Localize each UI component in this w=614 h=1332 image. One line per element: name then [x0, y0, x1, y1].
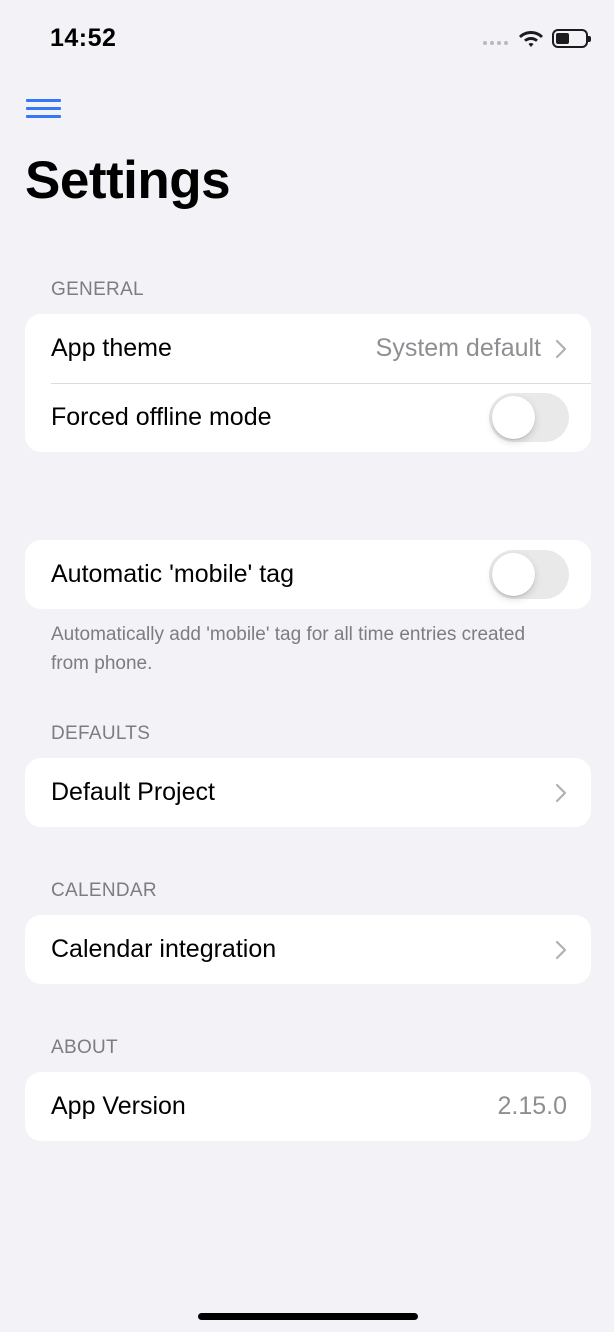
settings-screen: 14:52 Settings GENERAL App theme System …: [0, 0, 614, 1332]
general-group: App theme System default Forced offline …: [25, 314, 591, 452]
offline-mode-toggle[interactable]: [489, 393, 569, 442]
section-header-general: GENERAL: [51, 279, 144, 300]
app-theme-label: App theme: [51, 334, 172, 362]
toggle-knob: [492, 396, 535, 439]
section-header-about: ABOUT: [51, 1037, 118, 1058]
default-project-row[interactable]: Default Project: [25, 758, 591, 827]
calendar-integration-row[interactable]: Calendar integration: [25, 915, 591, 984]
calendar-group: Calendar integration: [25, 915, 591, 984]
toggle-knob: [492, 553, 535, 596]
app-version-row: App Version 2.15.0: [25, 1072, 591, 1141]
app-theme-row[interactable]: App theme System default: [25, 314, 591, 383]
section-header-calendar: CALENDAR: [51, 880, 157, 901]
defaults-group: Default Project: [25, 758, 591, 827]
mobile-tag-row: Automatic 'mobile' tag: [25, 540, 591, 609]
about-group: App Version 2.15.0: [25, 1072, 591, 1141]
offline-mode-label: Forced offline mode: [51, 403, 272, 431]
wifi-icon: [519, 31, 543, 47]
cellular-signal-icon: [483, 28, 508, 48]
app-version-value: 2.15.0: [497, 1092, 567, 1120]
mobile-tag-toggle[interactable]: [489, 550, 569, 599]
hamburger-menu-icon[interactable]: [26, 97, 62, 121]
chevron-right-icon: [555, 783, 567, 802]
app-theme-value: System default: [375, 334, 541, 362]
calendar-integration-label: Calendar integration: [51, 935, 277, 963]
mobile-tag-footer: Automatically add 'mobile' tag for all t…: [51, 624, 526, 674]
offline-mode-row: Forced offline mode: [25, 383, 591, 452]
app-version-label: App Version: [51, 1092, 186, 1120]
mobile-tag-group: Automatic 'mobile' tag: [25, 540, 591, 609]
chevron-right-icon: [555, 940, 567, 959]
home-indicator[interactable]: [198, 1313, 418, 1320]
section-header-defaults: DEFAULTS: [51, 723, 151, 744]
status-time: 14:52: [50, 24, 117, 52]
mobile-tag-label: Automatic 'mobile' tag: [51, 560, 294, 588]
page-title: Settings: [25, 151, 231, 210]
chevron-right-icon: [555, 339, 567, 358]
default-project-label: Default Project: [51, 778, 215, 806]
battery-icon: [552, 28, 591, 48]
status-indicators: [483, 28, 591, 48]
